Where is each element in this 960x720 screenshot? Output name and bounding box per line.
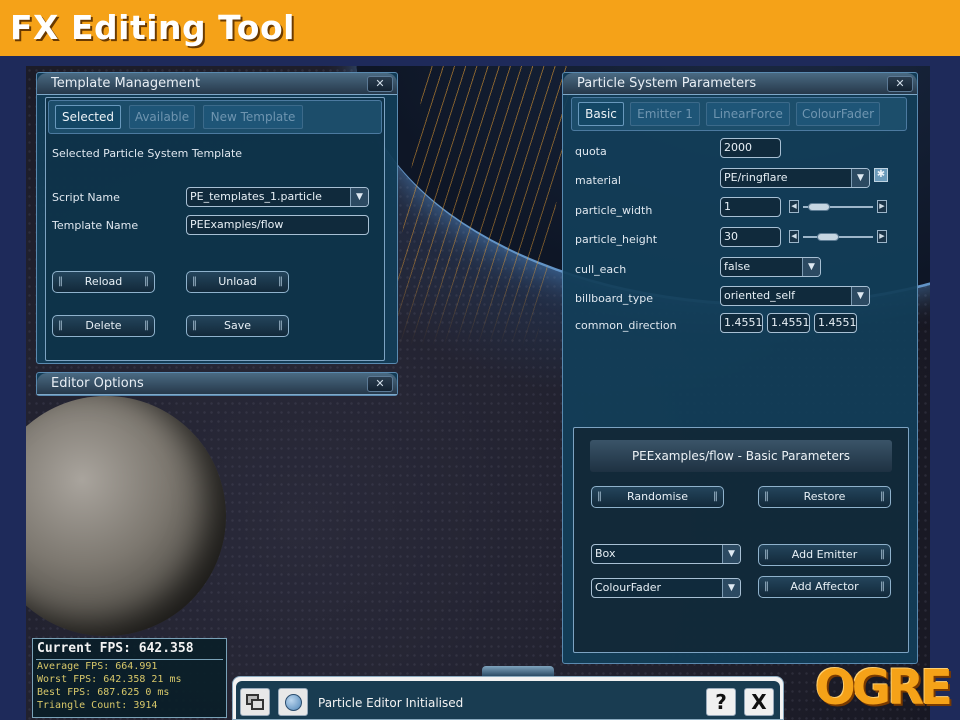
tab-emitter-1[interactable]: Emitter 1 xyxy=(630,102,700,126)
chevron-down-icon[interactable]: ▼ xyxy=(722,579,740,597)
close-icon[interactable]: ✕ xyxy=(367,376,393,392)
window-front-shape xyxy=(251,699,264,710)
emitter-type-value: Box xyxy=(595,547,616,560)
chevron-down-icon[interactable]: ▼ xyxy=(722,545,740,563)
common-direction-z[interactable]: 1.45513 xyxy=(814,313,857,333)
reload-button[interactable]: Reload xyxy=(52,271,155,293)
slider-left-arrow-icon[interactable]: ◀ xyxy=(789,200,799,213)
template-management-header[interactable]: Template Management ✕ xyxy=(37,73,397,95)
material-value: PE/ringflare xyxy=(724,171,788,184)
quota-label: quota xyxy=(575,145,607,158)
cull-each-label: cull_each xyxy=(575,263,627,276)
fps-divider xyxy=(36,659,223,660)
close-icon[interactable]: ✕ xyxy=(887,76,913,92)
delete-button[interactable]: Delete xyxy=(52,315,155,337)
template-management-body: Selected Available New Template Selected… xyxy=(45,97,385,361)
chevron-down-icon[interactable]: ▼ xyxy=(350,188,368,206)
tab-new-template[interactable]: New Template xyxy=(203,105,303,129)
statusbar-handle[interactable] xyxy=(482,666,554,676)
slider-thumb[interactable] xyxy=(807,203,830,211)
globe-shape xyxy=(285,694,302,711)
particle-tabs: Basic Emitter 1 LinearForce ColourFader xyxy=(571,97,907,131)
current-fps: Current FPS: 642.358 xyxy=(37,641,194,656)
globe-icon[interactable] xyxy=(278,688,308,716)
particle-params-panel: Particle System Parameters ✕ Basic Emitt… xyxy=(562,72,918,664)
slider-thumb[interactable] xyxy=(817,233,840,241)
status-bar: Particle Editor Initialised ? X xyxy=(232,676,784,720)
particle-height-label: particle_height xyxy=(575,233,658,246)
particle-params-title: Particle System Parameters xyxy=(577,76,757,91)
common-direction-y[interactable]: 1.45513 xyxy=(767,313,810,333)
template-name-input[interactable]: PEExamples/flow xyxy=(186,215,369,235)
particle-width-slider[interactable]: ◀ ▶ xyxy=(789,200,887,214)
average-fps: Average FPS: 664.991 xyxy=(37,661,158,672)
particle-width-input[interactable]: 1 xyxy=(720,197,781,217)
tab-basic[interactable]: Basic xyxy=(578,102,624,126)
common-direction-x[interactable]: 1.45513 xyxy=(720,313,763,333)
chevron-down-icon[interactable]: ▼ xyxy=(851,287,869,305)
add-emitter-button[interactable]: Add Emitter xyxy=(758,544,891,566)
best-fps: Best FPS: 687.625 0 ms xyxy=(37,687,170,698)
slider-left-arrow-icon[interactable]: ◀ xyxy=(789,230,799,243)
save-button[interactable]: Save xyxy=(186,315,289,337)
template-name-label: Template Name xyxy=(52,219,139,232)
windows-icon[interactable] xyxy=(240,688,270,716)
cull-each-dropdown[interactable]: false ▼ xyxy=(720,257,821,277)
particle-params-header[interactable]: Particle System Parameters ✕ xyxy=(563,73,917,95)
unload-button[interactable]: Unload xyxy=(186,271,289,293)
basic-parameters-title: PEExamples/flow - Basic Parameters xyxy=(631,449,851,463)
randomise-button[interactable]: Randomise xyxy=(591,486,724,508)
affector-type-value: ColourFader xyxy=(595,581,662,594)
script-name-value: PE_templates_1.particle xyxy=(190,190,322,203)
quota-input[interactable]: 2000 xyxy=(720,138,781,158)
billboard-type-label: billboard_type xyxy=(575,292,653,305)
particle-width-label: particle_width xyxy=(575,204,653,217)
editor-options-header[interactable]: Editor Options ✕ xyxy=(37,373,397,395)
billboard-type-value: oriented_self xyxy=(724,289,796,302)
material-dropdown[interactable]: PE/ringflare ▼ xyxy=(720,168,870,188)
basic-parameters-title-bar: PEExamples/flow - Basic Parameters xyxy=(590,440,892,472)
template-management-panel: Template Management ✕ Selected Available… xyxy=(36,72,398,364)
close-button[interactable]: X xyxy=(744,688,774,716)
tab-linearforce[interactable]: LinearForce xyxy=(706,102,790,126)
tab-available[interactable]: Available xyxy=(129,105,195,129)
tab-selected[interactable]: Selected xyxy=(55,105,121,129)
chevron-down-icon[interactable]: ▼ xyxy=(802,258,820,276)
common-direction-label: common_direction xyxy=(575,319,677,332)
section-label: Selected Particle System Template xyxy=(52,147,243,160)
slide-title-bar: FX Editing Tool xyxy=(0,0,960,56)
material-browse-icon[interactable]: ✱ xyxy=(874,168,888,182)
help-button[interactable]: ? xyxy=(706,688,736,716)
cull-each-value: false xyxy=(724,260,751,273)
slider-right-arrow-icon[interactable]: ▶ xyxy=(877,200,887,213)
triangle-count: Triangle Count: 3914 xyxy=(37,700,158,711)
fps-stats-overlay: Current FPS: 642.358 Average FPS: 664.99… xyxy=(32,638,227,718)
material-label: material xyxy=(575,174,621,187)
status-message: Particle Editor Initialised xyxy=(318,696,464,710)
add-affector-button[interactable]: Add Affector xyxy=(758,576,891,598)
affector-type-dropdown[interactable]: ColourFader ▼ xyxy=(591,578,741,598)
slide-title: FX Editing Tool xyxy=(10,8,295,47)
slider-right-arrow-icon[interactable]: ▶ xyxy=(877,230,887,243)
particle-height-input[interactable]: 30 xyxy=(720,227,781,247)
status-bar-inner: Particle Editor Initialised ? X xyxy=(236,681,780,719)
emitter-type-dropdown[interactable]: Box ▼ xyxy=(591,544,741,564)
ogre-logo: OGRE xyxy=(815,660,953,716)
tab-colourfader[interactable]: ColourFader xyxy=(796,102,880,126)
template-management-title: Template Management xyxy=(51,76,201,91)
script-name-label: Script Name xyxy=(52,191,120,204)
template-tabs: Selected Available New Template xyxy=(48,100,382,134)
billboard-type-dropdown[interactable]: oriented_self ▼ xyxy=(720,286,870,306)
close-icon[interactable]: ✕ xyxy=(367,76,393,92)
editor-options-title: Editor Options xyxy=(51,376,144,391)
worst-fps: Worst FPS: 642.358 21 ms xyxy=(37,674,182,685)
chevron-down-icon[interactable]: ▼ xyxy=(851,169,869,187)
basic-parameters-panel: PEExamples/flow - Basic Parameters Rando… xyxy=(573,427,909,653)
editor-options-panel: Editor Options ✕ xyxy=(36,372,398,396)
particle-height-slider[interactable]: ◀ ▶ xyxy=(789,230,887,244)
script-name-dropdown[interactable]: PE_templates_1.particle ▼ xyxy=(186,187,369,207)
restore-button[interactable]: Restore xyxy=(758,486,891,508)
